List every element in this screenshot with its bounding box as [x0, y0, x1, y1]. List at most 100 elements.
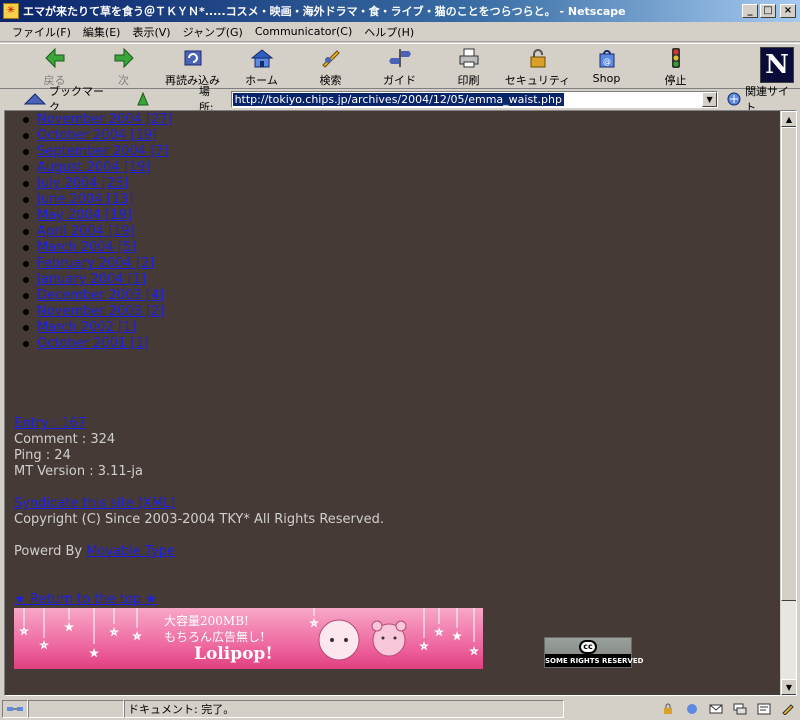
ping-count: Ping : 24: [14, 448, 71, 463]
archive-link[interactable]: November 2003 [2]: [37, 304, 164, 319]
bullet: [23, 197, 29, 203]
menu-edit[interactable]: 編集(E): [77, 24, 127, 40]
maximize-button[interactable]: □: [760, 4, 776, 18]
bullet: [23, 133, 29, 139]
archive-link[interactable]: August 2004 [19]: [37, 160, 151, 175]
menu-view[interactable]: 表示(V): [126, 24, 176, 40]
bullet: [23, 341, 29, 347]
forward-button[interactable]: 次: [89, 44, 158, 88]
vertical-scrollbar[interactable]: ▲ ▼: [780, 111, 796, 695]
forward-arrow-icon: [111, 46, 137, 70]
list-item: November 2003 [2]: [23, 304, 164, 320]
list-item: July 2004 [23]: [23, 176, 128, 192]
home-button[interactable]: ホーム: [227, 44, 296, 88]
url-field[interactable]: http://tokiyo.chips.jp/archives/2004/12/…: [230, 90, 719, 108]
bullet: [23, 277, 29, 283]
home-label: ホーム: [245, 74, 278, 87]
list-item: February 2004 [2]: [23, 256, 154, 272]
print-icon: [456, 46, 482, 70]
entry-link[interactable]: Entry : 167: [14, 416, 86, 431]
svg-text:☆: ☆: [420, 642, 428, 652]
archive-link[interactable]: April 2004 [19]: [37, 224, 135, 239]
archive-link[interactable]: July 2004 [23]: [37, 176, 128, 191]
edit-icon[interactable]: [780, 702, 796, 716]
shop-button[interactable]: @ Shop: [572, 44, 641, 88]
creative-commons-badge[interactable]: cc SOME RIGHTS RESERVED: [544, 637, 643, 668]
scroll-down-icon[interactable]: ▼: [781, 679, 796, 695]
svg-text:@: @: [603, 57, 611, 66]
archive-link[interactable]: March 2004 [5]: [37, 240, 136, 255]
list-item: May 2004 [19]: [23, 208, 132, 224]
page-proxy-icon[interactable]: [135, 91, 151, 107]
menu-go[interactable]: ジャンプ(G): [177, 24, 249, 40]
svg-text:☆: ☆: [133, 632, 141, 642]
bookmarks-icon: [24, 93, 46, 105]
menu-communicator[interactable]: Communicator(C): [249, 25, 358, 38]
navigation-toolbar: 戻る 次 再読み込み ホーム 検索 ガイド 印刷 セキュリティ @ Shop 停…: [0, 43, 800, 89]
netscape-logo[interactable]: N: [760, 47, 794, 83]
archive-link[interactable]: February 2004 [2]: [37, 256, 154, 271]
list-item: August 2004 [19]: [23, 160, 151, 176]
list-item: June 2004 [13]: [23, 192, 133, 208]
composer-icon[interactable]: [756, 702, 772, 716]
banner-line3: Lolipop!: [194, 644, 273, 664]
minimize-button[interactable]: _: [742, 4, 758, 18]
window-title: エマが来たりて草を食う＠ＴＫＹＮ*.....コスメ・映画・海外ドラマ・食・ライブ…: [23, 5, 626, 18]
lolipop-banner[interactable]: ☆ ☆ ★ ★ ☆ ☆ ☆ ☆ ☆ ★ ☆ 大容量200MB! もちろん広告無し…: [14, 608, 483, 669]
list-item: September 2004 [7]: [23, 144, 169, 160]
list-item: January 2004 [1]: [23, 272, 146, 288]
syndicate-row: Syndicate this site (XML): [14, 496, 175, 512]
bullet: [23, 325, 29, 331]
reload-button[interactable]: 再読み込み: [158, 44, 227, 88]
progress-cell: [28, 700, 124, 718]
scroll-up-icon[interactable]: ▲: [781, 111, 796, 127]
stop-button[interactable]: 停止: [641, 44, 710, 88]
movable-type-link[interactable]: Movable Type: [86, 544, 175, 559]
bullet: [23, 149, 29, 155]
related-sites-icon: [727, 92, 741, 106]
security-lock-icon: [525, 46, 551, 70]
archive-link[interactable]: December 2003 [4]: [37, 288, 164, 303]
list-item: October 2001 [1]: [23, 336, 149, 352]
list-item: October 2004 [19]: [23, 128, 157, 144]
navigator-icon[interactable]: [684, 702, 700, 716]
archive-link[interactable]: May 2004 [19]: [37, 208, 132, 223]
svg-text:☆: ☆: [40, 641, 48, 651]
menu-help[interactable]: ヘルプ(H): [358, 24, 420, 40]
security-label: セキュリティ: [504, 74, 571, 87]
svg-text:☆: ☆: [435, 628, 443, 638]
comment-count: Comment : 324: [14, 432, 116, 447]
archive-link[interactable]: June 2004 [13]: [37, 192, 133, 207]
location-bar: ブックマーク 場所: http://tokiyo.chips.jp/archiv…: [0, 85, 800, 114]
svg-text:☆: ☆: [20, 627, 28, 637]
menu-file[interactable]: ファイル(F): [6, 24, 77, 40]
menu-bar: ファイル(F) 編集(E) 表示(V) ジャンプ(G) Communicator…: [0, 22, 800, 42]
scroll-thumb[interactable]: [781, 127, 796, 601]
search-button[interactable]: 検索: [296, 44, 365, 88]
archive-link[interactable]: October 2001 [1]: [37, 336, 149, 351]
discussion-icon[interactable]: [732, 702, 748, 716]
archive-link[interactable]: October 2004 [19]: [37, 128, 157, 143]
forward-label: 次: [118, 74, 129, 87]
archive-link[interactable]: September 2004 [7]: [37, 144, 169, 159]
copyright-text: Copyright (C) Since 2003-2004 TKY* All R…: [14, 512, 384, 527]
mail-icon[interactable]: [708, 702, 724, 716]
security-button[interactable]: セキュリティ: [503, 44, 572, 88]
close-button[interactable]: ×: [780, 4, 796, 18]
archive-link[interactable]: November 2004 [27]: [37, 112, 173, 127]
archive-link[interactable]: March 2002 [1]: [37, 320, 136, 335]
bullet: [23, 261, 29, 267]
syndicate-link[interactable]: Syndicate this site (XML): [14, 496, 175, 511]
list-item: December 2003 [4]: [23, 288, 164, 304]
url-dropdown-icon[interactable]: ▼: [702, 91, 718, 107]
title-bar[interactable]: ✳ エマが来たりて草を食う＠ＴＫＹＮ*.....コスメ・映画・海外ドラマ・食・ラ…: [0, 0, 800, 22]
print-button[interactable]: 印刷: [434, 44, 503, 88]
security-status-icon[interactable]: [660, 702, 676, 716]
return-to-top-link[interactable]: ★ Return to the top ★: [14, 592, 157, 607]
back-button[interactable]: 戻る: [20, 44, 89, 88]
list-item: March 2004 [5]: [23, 240, 136, 256]
guide-button[interactable]: ガイド: [365, 44, 434, 88]
bullet: [23, 181, 29, 187]
page-body: November 2004 [27] October 2004 [19] Sep…: [5, 111, 780, 695]
archive-link[interactable]: January 2004 [1]: [37, 272, 146, 287]
